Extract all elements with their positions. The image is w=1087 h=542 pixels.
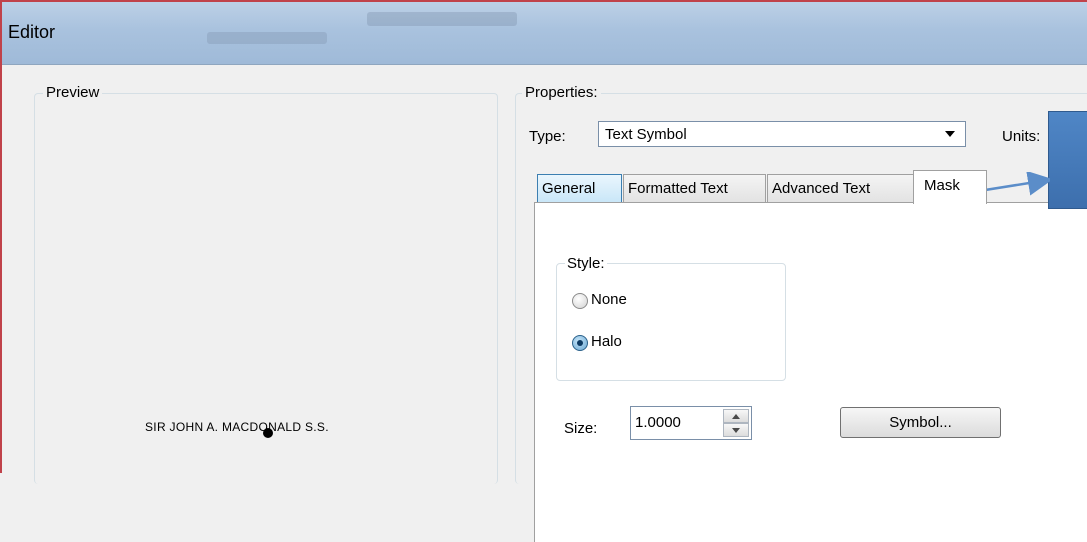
radio-halo-label[interactable]: Halo	[591, 333, 622, 350]
tab-formatted-text-label: Formatted Text	[628, 180, 728, 197]
spin-up-button[interactable]	[723, 409, 749, 423]
type-dropdown-value: Text Symbol	[605, 126, 687, 143]
editor-window: Editor Preview SIR JOHN A. MACDONALD S.S…	[0, 0, 1087, 542]
chevron-down-icon	[945, 131, 955, 137]
tab-general-label: General	[542, 180, 596, 197]
background-window-ghost-2	[207, 32, 327, 44]
type-dropdown[interactable]: Text Symbol	[598, 121, 966, 147]
type-label: Type:	[529, 128, 566, 145]
preview-panel: Preview SIR JOHN A. MACDONALD S.S.	[34, 84, 498, 484]
radio-none-label[interactable]: None	[591, 291, 627, 308]
symbol-button[interactable]: Symbol...	[840, 407, 1001, 438]
radio-none[interactable]	[572, 293, 588, 309]
size-spinbox[interactable]: 1.0000	[630, 406, 752, 440]
tab-advanced-text[interactable]: Advanced Text	[767, 174, 914, 203]
units-label: Units:	[1002, 128, 1041, 145]
properties-legend: Properties:	[522, 84, 601, 101]
arrow-up-icon	[732, 414, 740, 419]
tab-general[interactable]: General	[537, 174, 622, 203]
symbol-button-label: Symbol...	[889, 414, 952, 431]
spin-down-button[interactable]	[723, 423, 749, 437]
radio-halo[interactable]	[572, 335, 588, 351]
tab-mask-label: Mask	[924, 177, 960, 194]
preview-sample-text: SIR JOHN A. MACDONALD S.S.	[145, 420, 329, 434]
size-value: 1.0000	[635, 414, 681, 431]
arrow-down-icon	[732, 428, 740, 433]
style-groupbox: Style: None Halo	[556, 255, 786, 381]
title-bar[interactable]: Editor	[2, 2, 1087, 64]
tab-advanced-text-label: Advanced Text	[772, 180, 871, 197]
anchor-point-marker	[263, 428, 273, 438]
style-legend: Style:	[565, 255, 607, 272]
preview-legend: Preview	[43, 84, 103, 101]
annotation-callout-box	[1048, 111, 1087, 209]
tab-formatted-text[interactable]: Formatted Text	[623, 174, 766, 203]
tab-mask[interactable]: Mask	[913, 170, 987, 204]
size-label: Size:	[564, 420, 598, 437]
window-title: Editor	[8, 22, 56, 42]
background-window-ghost	[367, 12, 517, 26]
